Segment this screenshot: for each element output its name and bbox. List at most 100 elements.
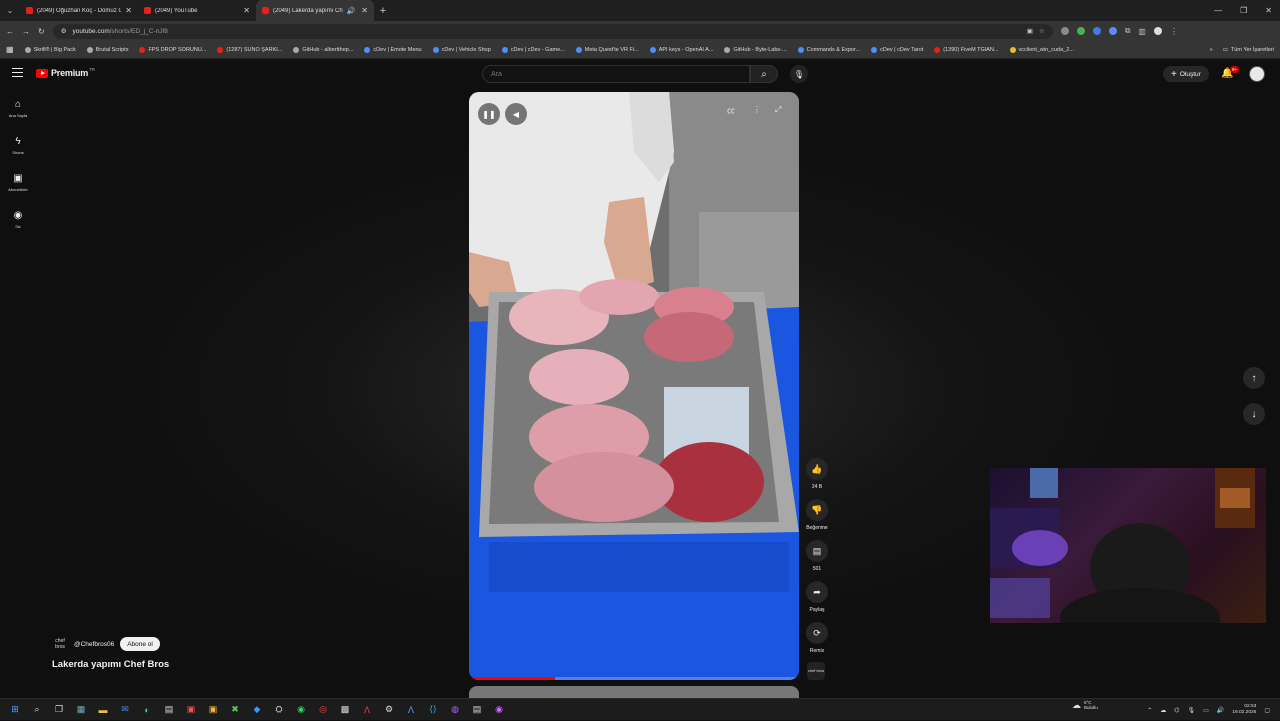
- bookmark-item[interactable]: API keys - OpenAI A...: [649, 46, 713, 53]
- whatsapp-icon[interactable]: ◉: [294, 703, 308, 717]
- bookmark-item[interactable]: cDev | Emote Menu: [364, 46, 422, 53]
- bookmark-item[interactable]: Brutal Scripts: [86, 46, 128, 53]
- xbox-icon[interactable]: ✖: [228, 703, 242, 717]
- close-tab-icon[interactable]: ✕: [361, 6, 368, 15]
- extension-icon[interactable]: [1092, 27, 1101, 35]
- bookmark-item[interactable]: GitHub - albertthep...: [293, 46, 353, 53]
- app-icon[interactable]: ▣: [206, 703, 220, 717]
- more-options-icon[interactable]: ⋮: [753, 105, 761, 114]
- guide-item-shorts[interactable]: ϟ Shorts: [0, 127, 36, 164]
- steam-icon[interactable]: ⛭: [272, 703, 286, 717]
- bookmark-item[interactable]: cDev | cDev - Game...: [501, 46, 565, 53]
- account-avatar[interactable]: [1249, 66, 1265, 82]
- subscribe-button[interactable]: Abone ol: [120, 637, 160, 651]
- close-window-icon[interactable]: ✕: [1265, 6, 1272, 15]
- notifications-icon[interactable]: ▢: [1264, 707, 1270, 714]
- pause-button[interactable]: ❚❚: [478, 103, 500, 125]
- bookmark-item[interactable]: cDev | Vehicle Shop: [432, 46, 491, 53]
- app-icon[interactable]: ◍: [448, 703, 462, 717]
- windows-start-icon[interactable]: ⊞: [8, 703, 22, 717]
- apps-grid-icon[interactable]: ▦: [6, 45, 14, 54]
- short-title[interactable]: Lakerda yapımı Chef Bros: [52, 659, 169, 670]
- app-icon[interactable]: ◉: [492, 703, 506, 717]
- site-info-icon[interactable]: ⚙: [61, 27, 67, 35]
- network-icon[interactable]: ▭: [1203, 707, 1209, 714]
- create-button[interactable]: + Oluştur: [1163, 66, 1209, 82]
- voice-search-button[interactable]: 🎙: [790, 65, 808, 83]
- sidebar-icon[interactable]: ▥: [1138, 27, 1146, 36]
- bookmark-item[interactable]: (1390) FiveM TGIAN...: [934, 46, 999, 53]
- address-bar[interactable]: ⚙ youtube.com/shorts/ED_j_C-nJf8 ▣ ☆: [52, 23, 1053, 39]
- guide-item-you[interactable]: ◉ Siz: [0, 201, 36, 238]
- settings-icon[interactable]: ⚙: [382, 703, 396, 717]
- maximize-icon[interactable]: ❐: [1240, 6, 1247, 15]
- mute-button[interactable]: ◀: [505, 103, 527, 125]
- comment-button[interactable]: ▤: [806, 540, 828, 562]
- guide-item-subscriptions[interactable]: ▣ Abonelikler: [0, 164, 36, 201]
- video-progress-bar[interactable]: [469, 677, 799, 680]
- search-icon[interactable]: ⌕: [30, 703, 44, 717]
- guide-item-home[interactable]: ⌂ Ana Sayfa: [0, 90, 36, 127]
- search-input[interactable]: Ara: [482, 65, 750, 83]
- audio-playing-icon[interactable]: 🔊: [347, 7, 356, 15]
- weather-widget[interactable]: ☁ 6°C Bulutlu: [1072, 700, 1098, 710]
- app-icon[interactable]: ▩: [338, 703, 352, 717]
- minimize-icon[interactable]: —: [1214, 6, 1222, 15]
- app-icon[interactable]: ◆: [250, 703, 264, 717]
- chrome-icon[interactable]: ◎: [316, 703, 330, 717]
- fullscreen-icon[interactable]: ⤢: [775, 105, 781, 115]
- close-tab-icon[interactable]: ✕: [243, 6, 250, 15]
- channel-avatar[interactable]: chef bros: [52, 638, 68, 650]
- extensions-puzzle-icon[interactable]: ⧉: [1125, 26, 1131, 36]
- extension-icon[interactable]: [1076, 27, 1085, 35]
- extension-icon[interactable]: [1108, 27, 1117, 35]
- volume-icon[interactable]: 🔊: [1217, 707, 1224, 714]
- bookmark-item[interactable]: (1287) SUNO ŞARKI...: [217, 46, 282, 53]
- more-bookmarks-icon[interactable]: »: [1210, 47, 1213, 53]
- search-button[interactable]: ⌕: [750, 65, 778, 83]
- app-icon[interactable]: Ʌ: [360, 703, 374, 717]
- bookmark-item[interactable]: vcclient_win_cuda_2...: [1009, 46, 1074, 53]
- tab-search-button[interactable]: ⌄: [0, 0, 20, 21]
- shorts-video-player[interactable]: ❚❚ ◀ ㏄ ⋮ ⤢: [469, 92, 799, 680]
- channel-logo-thumbnail[interactable]: chef bros: [807, 662, 825, 680]
- bookmark-item[interactable]: Commands & Expor...: [797, 46, 860, 53]
- tray-app-icon[interactable]: ☁: [1160, 707, 1166, 714]
- browser-tab[interactable]: (2049) Oğuzhan Koç - Domuz G ✕: [20, 0, 138, 21]
- next-short-button[interactable]: ↓: [1243, 403, 1265, 425]
- share-button[interactable]: ➦: [806, 581, 828, 603]
- forward-icon[interactable]: →: [22, 27, 30, 36]
- remix-button[interactable]: ⟳: [806, 622, 828, 644]
- show-hidden-icons[interactable]: ⌃: [1147, 707, 1152, 714]
- vscode-icon[interactable]: ⟨⟩: [426, 703, 440, 717]
- previous-short-button[interactable]: ↑: [1243, 367, 1265, 389]
- channel-handle[interactable]: @Chefbros06: [74, 641, 114, 648]
- close-tab-icon[interactable]: ✕: [125, 6, 132, 15]
- clock[interactable]: 02:53 19.02.2026: [1232, 704, 1256, 716]
- like-button[interactable]: 👍: [806, 458, 828, 480]
- browser-tab-active[interactable]: (2049) Lakerda yapımı Chef 🔊 ✕: [256, 0, 374, 21]
- bookmark-item[interactable]: FPS DROP SORUNU...: [139, 46, 206, 53]
- mail-icon[interactable]: ✉: [118, 703, 132, 717]
- app-icon[interactable]: ▤: [470, 703, 484, 717]
- dislike-button[interactable]: 👎: [806, 499, 828, 521]
- new-tab-button[interactable]: +: [374, 5, 392, 17]
- browser-tab[interactable]: (2049) YouTube ✕: [138, 0, 256, 21]
- bookmark-item[interactable]: Skrill® | Big Pack: [24, 46, 76, 53]
- task-view-icon[interactable]: ❐: [52, 703, 66, 717]
- bookmark-item[interactable]: cDev | cDev Tarot: [871, 46, 923, 53]
- youtube-premium-logo[interactable]: Premium TR: [36, 67, 95, 78]
- app-icon[interactable]: Λ: [404, 703, 418, 717]
- app-icon[interactable]: ▣: [184, 703, 198, 717]
- install-app-icon[interactable]: ▣: [1027, 27, 1033, 35]
- bookmark-item[interactable]: Meta Quest'te VR Fi...: [575, 46, 639, 53]
- widgets-icon[interactable]: ▦: [74, 703, 88, 717]
- menu-icon[interactable]: [12, 68, 23, 77]
- all-bookmarks-button[interactable]: ▭ Tüm Yer İşaretleri: [1223, 47, 1274, 53]
- profile-avatar-icon[interactable]: [1153, 27, 1162, 35]
- bookmark-item[interactable]: GitHub - Byte-Labs-...: [724, 46, 787, 53]
- tray-app-icon[interactable]: ⌬: [1174, 707, 1179, 714]
- bookmark-star-icon[interactable]: ☆: [1039, 27, 1045, 35]
- extension-icon[interactable]: [1060, 27, 1069, 35]
- file-explorer-icon[interactable]: ▬: [96, 703, 110, 717]
